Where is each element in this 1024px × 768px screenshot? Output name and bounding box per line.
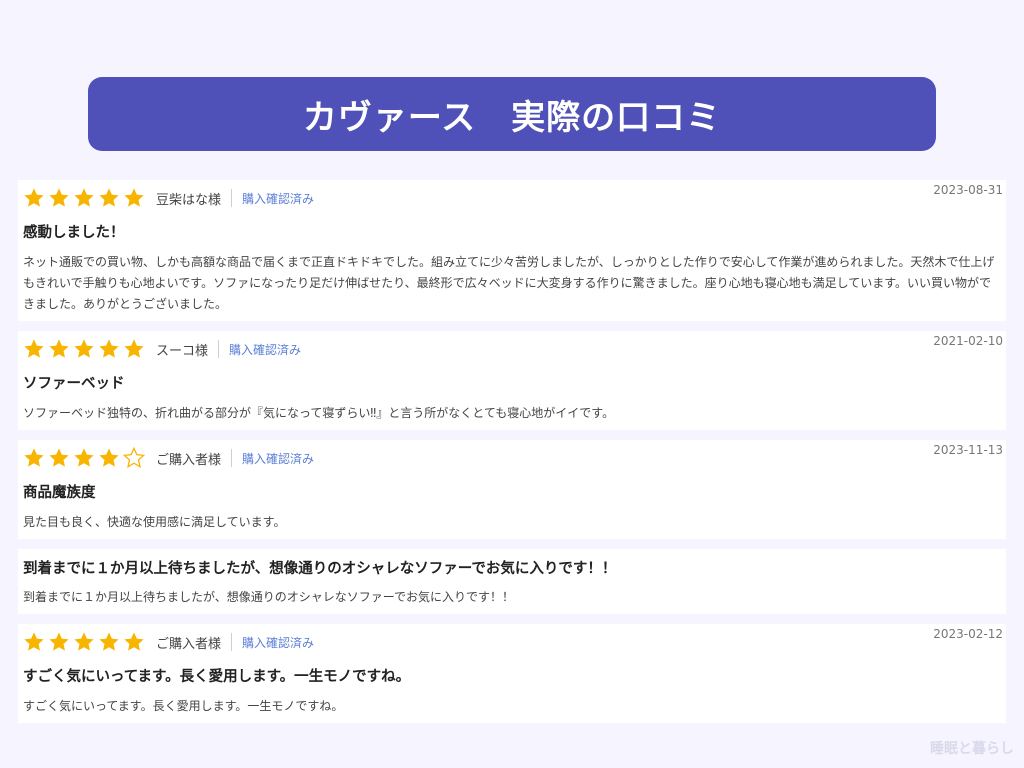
divider — [218, 340, 220, 358]
review-title: 到着までに１か月以上待ちましたが、想像通りのオシャレなソファーでお気に入りです！… — [23, 561, 617, 577]
review-body: 見た目も良く、快適な使用感に満足しています。 — [23, 515, 286, 529]
review-card: 豆柴はな様 購入確認済み 2023-08-31 感動しました！ ネット通販での買… — [18, 180, 1006, 321]
star-filled-icon — [99, 188, 119, 207]
rating-row: 豆柴はな様 購入確認済み — [23, 184, 1001, 212]
star-filled-icon — [49, 632, 69, 651]
star-filled-icon — [49, 448, 69, 467]
star-empty-icon — [123, 447, 145, 468]
reviewer-name: ご購入者様 — [156, 452, 222, 468]
review-list: 豆柴はな様 購入確認済み 2023-08-31 感動しました！ ネット通販での買… — [18, 180, 1006, 733]
star-filled-icon — [124, 632, 144, 651]
review-title: すごく気にいってます。長く愛用します。一生モノですね。 — [23, 669, 411, 685]
review-body: ネット通販での買い物、しかも高額な商品で届くまで正直ドキドキでした。組み立てに少… — [23, 255, 995, 311]
review-card: ご購入者様 購入確認済み 2023-11-13 商品魔族度 見た目も良く、快適な… — [18, 440, 1006, 539]
rating-row: ご購入者様 購入確認済み — [23, 628, 1001, 656]
star-filled-icon — [124, 339, 144, 358]
review-date: 2023-02-12 — [933, 627, 1003, 641]
review-body: ソファーベッド独特の、折れ曲がる部分が『気になって寝ずらい‼』と言う所がなくとて… — [23, 406, 615, 420]
review-card: 到着までに１か月以上待ちましたが、想像通りのオシャレなソファーでお気に入りです！… — [18, 549, 1006, 614]
divider — [231, 189, 233, 207]
star-filled-icon — [24, 632, 44, 651]
watermark-logo: 睡眠と暮らし — [930, 741, 1014, 757]
divider — [231, 449, 233, 467]
divider — [231, 633, 233, 651]
review-body: すごく気にいってます。長く愛用します。一生モノですね。 — [23, 699, 344, 713]
star-filled-icon — [74, 188, 94, 207]
header-banner: カヴァース 実際の口コミ — [88, 77, 936, 151]
review-date: 2021-02-10 — [933, 334, 1003, 348]
verified-badge: 購入確認済み — [229, 342, 302, 357]
review-card: スーコ様 購入確認済み 2021-02-10 ソファーベッド ソファーベッド独特… — [18, 331, 1006, 430]
star-rating — [23, 338, 145, 360]
star-filled-icon — [49, 188, 69, 207]
page-title: カヴァース 実際の口コミ — [302, 97, 722, 138]
star-filled-icon — [99, 339, 119, 358]
verified-badge: 購入確認済み — [242, 635, 315, 650]
review-title: 商品魔族度 — [23, 485, 96, 501]
star-filled-icon — [99, 632, 119, 651]
verified-badge: 購入確認済み — [242, 451, 315, 466]
star-filled-icon — [24, 188, 44, 207]
star-filled-icon — [74, 339, 94, 358]
star-filled-icon — [74, 448, 94, 467]
star-filled-icon — [49, 339, 69, 358]
review-body: 到着までに１か月以上待ちましたが、想像通りのオシャレなソファーでお気に入りです！… — [23, 590, 515, 604]
star-rating — [23, 447, 145, 469]
reviewer-name: 豆柴はな様 — [156, 192, 222, 208]
star-filled-icon — [24, 448, 44, 467]
rating-row: ご購入者様 購入確認済み — [23, 444, 1001, 472]
review-date: 2023-11-13 — [933, 443, 1003, 457]
star-filled-icon — [99, 448, 119, 467]
star-rating — [23, 631, 145, 653]
rating-row: スーコ様 購入確認済み — [23, 335, 1001, 363]
reviewer-name: ご購入者様 — [156, 636, 222, 652]
verified-badge: 購入確認済み — [242, 191, 315, 206]
review-date: 2023-08-31 — [933, 183, 1003, 197]
review-title: ソファーベッド — [23, 376, 125, 392]
review-title: 感動しました！ — [23, 225, 125, 241]
star-filled-icon — [124, 188, 144, 207]
review-card: ご購入者様 購入確認済み 2023-02-12 すごく気にいってます。長く愛用し… — [18, 624, 1006, 723]
star-rating — [23, 187, 145, 209]
star-filled-icon — [74, 632, 94, 651]
star-filled-icon — [24, 339, 44, 358]
reviewer-name: スーコ様 — [156, 343, 209, 359]
